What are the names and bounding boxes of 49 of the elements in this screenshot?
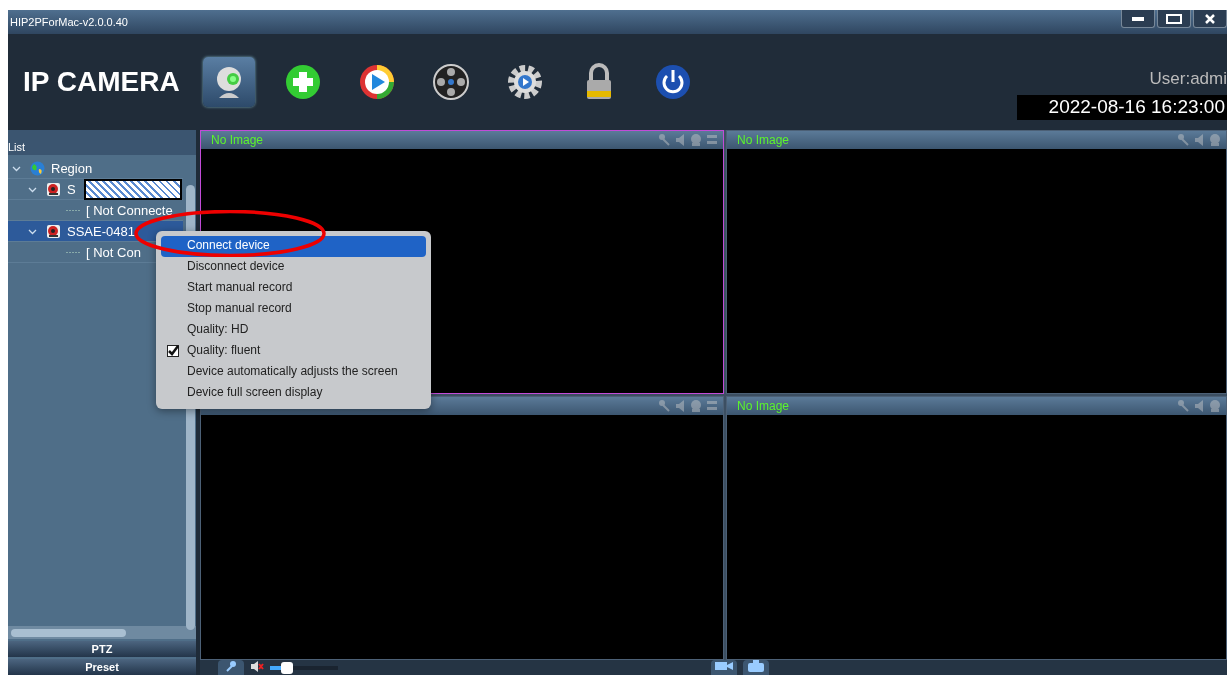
record-icon[interactable] (1209, 399, 1222, 413)
globe-icon (30, 160, 45, 176)
panel-button[interactable]: Preset (8, 659, 196, 675)
panel-button[interactable]: PTZ (8, 641, 196, 657)
close-icon (1205, 13, 1215, 24)
film-reel-icon (431, 62, 471, 102)
record-icon[interactable] (690, 133, 703, 147)
window-title: HIP2PForMac-v2.0.0.40 (9, 16, 128, 28)
muted-speaker-icon[interactable] (250, 660, 264, 673)
camera-icon (46, 181, 61, 197)
power-icon (653, 62, 693, 102)
tree-line-icon (66, 208, 80, 212)
list-icon[interactable] (706, 399, 719, 413)
toolbar-button[interactable] (203, 57, 255, 107)
microphone-icon (225, 660, 237, 672)
add-icon (283, 62, 323, 102)
play-icon (357, 62, 397, 102)
maximize-button[interactable] (1157, 10, 1191, 28)
datetime-display: 2022-08-16 16:23:00 (1017, 94, 1227, 120)
pane-title: No Image (211, 133, 264, 147)
microphone-button[interactable] (218, 660, 244, 675)
pane-title: No Image (737, 399, 790, 413)
app-logo: IP CAMERA (22, 66, 181, 98)
camera-icon (46, 223, 61, 239)
tree-label: S (67, 181, 76, 197)
record-icon[interactable] (1209, 133, 1222, 147)
tree-label: Region (51, 160, 93, 176)
camera-icon (748, 660, 764, 672)
tree-line-icon (66, 250, 80, 254)
tree-label: [ Not Connecte (86, 202, 173, 218)
maximize-icon (1166, 13, 1182, 24)
video-camera-icon (715, 660, 733, 670)
list-icon[interactable] (706, 133, 719, 147)
video-pane[interactable]: No Image (726, 396, 1227, 660)
minimize-button[interactable] (1121, 10, 1155, 28)
pane-title: No Image (737, 133, 790, 147)
minimize-icon (1132, 16, 1144, 21)
list-header: List (8, 130, 196, 155)
tree-row[interactable]: S (8, 179, 183, 200)
record-icon[interactable] (690, 399, 703, 413)
record-button[interactable] (711, 660, 737, 675)
gear-icon (505, 62, 545, 102)
snapshot-button[interactable] (743, 660, 769, 675)
tree-label: SSAE-0481 (67, 223, 135, 239)
video-pane[interactable]: No Image (726, 130, 1227, 394)
close-button[interactable] (1193, 10, 1227, 28)
user-label: User:admi (1149, 68, 1227, 89)
tree-label: [ Not Con (86, 244, 141, 260)
horizontal-scrollbar[interactable] (8, 626, 196, 639)
